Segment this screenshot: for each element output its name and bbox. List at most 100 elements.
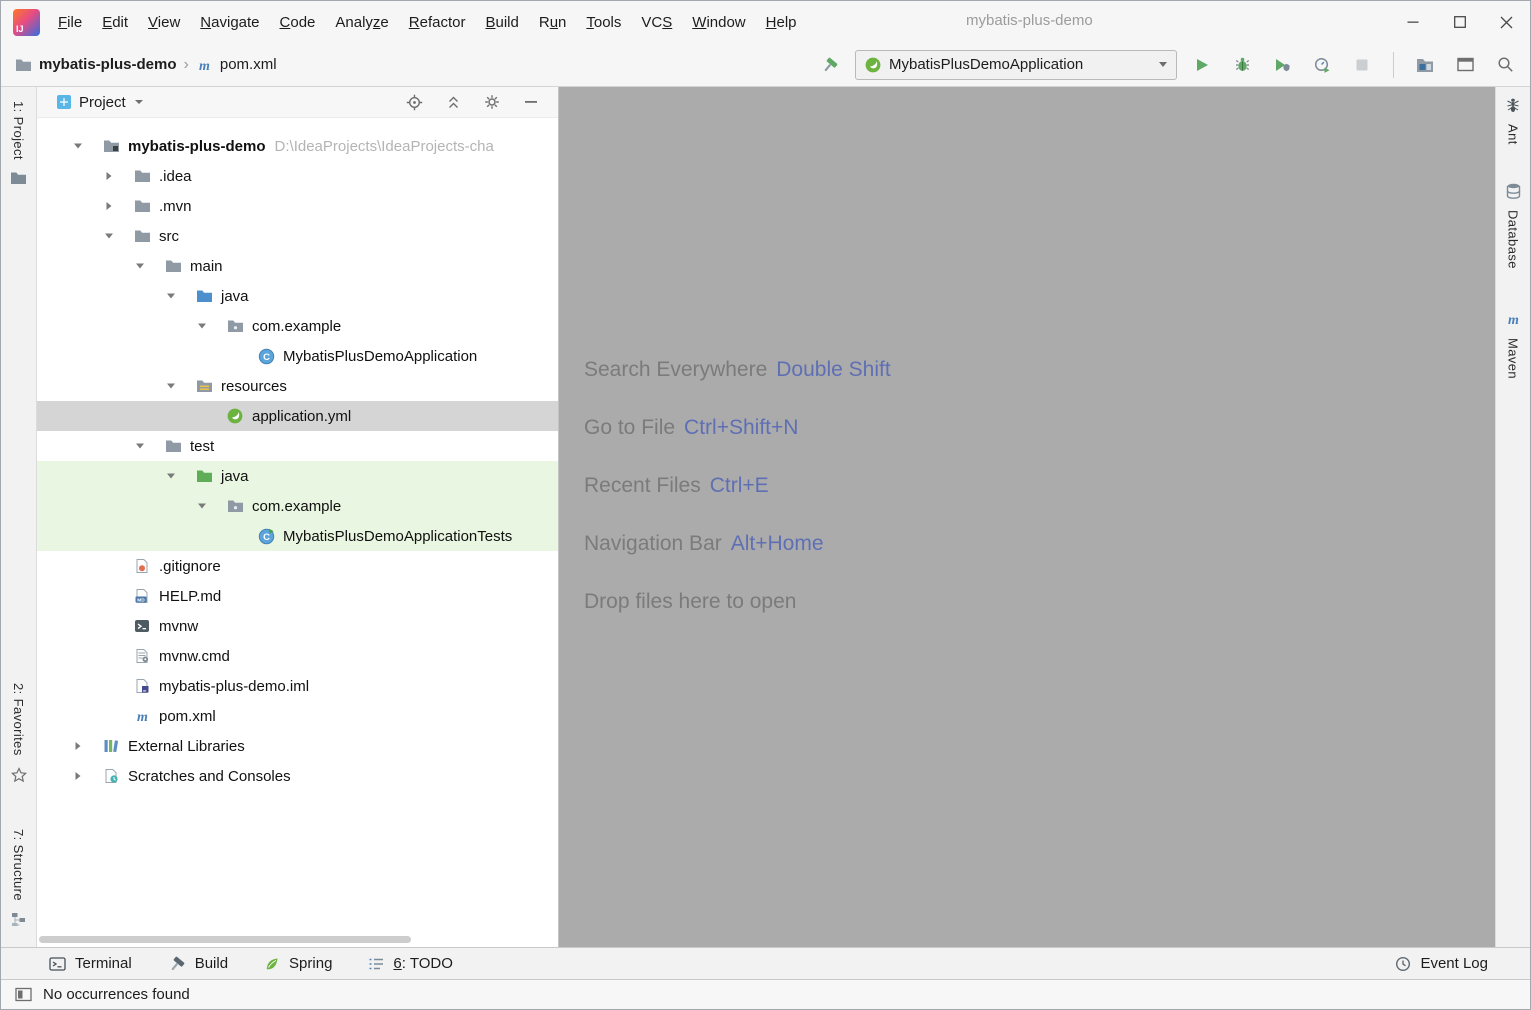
run-button[interactable]: [1187, 50, 1217, 80]
project-panel-title[interactable]: Project: [79, 94, 126, 111]
toolwindow-button-label: 6: TODO: [393, 955, 452, 972]
breadcrumb-pom-xml[interactable]: mpom.xml: [196, 56, 277, 73]
run-configuration-select[interactable]: MybatisPlusDemoApplication: [855, 50, 1177, 80]
tree-item-mybatis-plus-demo-iml[interactable]: mybatis-plus-demo.iml: [37, 671, 558, 701]
tree-chevron-icon[interactable]: [67, 770, 101, 782]
toolwindow-button-database[interactable]: Database: [1496, 183, 1530, 269]
tree-chevron-icon[interactable]: [67, 140, 101, 152]
tree-item-help-md[interactable]: MDHELP.md: [37, 581, 558, 611]
run-with-profiler-button[interactable]: [1307, 50, 1337, 80]
breadcrumb-mybatis-plus-demo[interactable]: mybatis-plus-demo: [15, 56, 177, 73]
spring-leaf-icon: [264, 956, 280, 972]
minimize-button[interactable]: [1389, 1, 1436, 43]
hide-panel-button[interactable]: [522, 93, 540, 111]
project-view-icon: [56, 94, 72, 110]
tree-chevron-icon[interactable]: [67, 740, 101, 752]
tree-item-com-example[interactable]: com.example: [37, 491, 558, 521]
svg-text:MD: MD: [137, 597, 145, 603]
tree-chevron-icon[interactable]: [98, 200, 132, 212]
tree-item-src[interactable]: src: [37, 221, 558, 251]
tree-item-resources[interactable]: resources: [37, 371, 558, 401]
editor-empty-area[interactable]: Search EverywhereDouble ShiftGo to FileC…: [559, 87, 1495, 947]
debug-button[interactable]: [1227, 50, 1257, 80]
maximize-button[interactable]: [1436, 1, 1483, 43]
tree-item-scratches-and-consoles[interactable]: Scratches and Consoles: [37, 761, 558, 791]
tree-chevron-icon[interactable]: [98, 170, 132, 182]
menu-analyze[interactable]: Analyze: [325, 9, 398, 36]
collapse-all-button[interactable]: [444, 93, 462, 111]
package-icon: [225, 319, 245, 333]
window-title: mybatis-plus-demo: [966, 12, 1093, 29]
tree-item-mvnw[interactable]: mvnw: [37, 611, 558, 641]
close-button[interactable]: [1483, 1, 1530, 43]
run-with-coverage-button[interactable]: [1267, 50, 1297, 80]
view-settings-button[interactable]: [483, 93, 501, 111]
toolwindow-button-maven[interactable]: mMaven: [1496, 311, 1530, 379]
tree-chevron-icon[interactable]: [129, 260, 163, 272]
tree-chevron-icon[interactable]: [160, 290, 194, 302]
tree-chevron-icon[interactable]: [98, 230, 132, 242]
project-structure-button[interactable]: [1410, 50, 1440, 80]
svg-text:m: m: [137, 710, 148, 724]
toolwindow-button-2-favorites[interactable]: 2: Favorites: [1, 683, 36, 783]
menu-run[interactable]: Run: [529, 9, 577, 36]
toolbar-separator: [1393, 52, 1394, 78]
restore-layout-button[interactable]: [1450, 50, 1480, 80]
build-project-button[interactable]: [815, 50, 845, 80]
toolwindow-button-6-todo[interactable]: 6: TODO: [368, 955, 452, 972]
menu-refactor[interactable]: Refactor: [399, 9, 476, 36]
project-view-dropdown-caret-icon[interactable]: [135, 100, 143, 104]
menu-edit[interactable]: Edit: [92, 9, 138, 36]
tree-item-java[interactable]: java: [37, 461, 558, 491]
combo-caret-icon: [1159, 62, 1167, 67]
select-opened-file-button[interactable]: [405, 93, 423, 111]
toolwindow-button-build[interactable]: Build: [168, 955, 228, 973]
menu-code[interactable]: Code: [270, 9, 326, 36]
menu-file[interactable]: File: [48, 9, 92, 36]
toolwindow-button-terminal[interactable]: Terminal: [49, 955, 132, 972]
tree-item-test[interactable]: test: [37, 431, 558, 461]
search-everywhere-button[interactable]: [1490, 50, 1520, 80]
project-horizontal-scrollbar[interactable]: [39, 936, 411, 943]
folder-src-icon: [194, 289, 214, 303]
tree-item-idea[interactable]: .idea: [37, 161, 558, 191]
stripe-project-icon: [10, 171, 27, 185]
tree-chevron-icon[interactable]: [191, 320, 225, 332]
breadcrumb-label: pom.xml: [220, 56, 277, 73]
menu-window[interactable]: Window: [682, 9, 755, 36]
toolwindow-button-spring[interactable]: Spring: [264, 955, 332, 972]
tree-item-gitignore[interactable]: .gitignore: [37, 551, 558, 581]
tree-chevron-icon[interactable]: [160, 380, 194, 392]
tree-item-mybatis-plus-demo[interactable]: mybatis-plus-demoD:\IdeaProjects\IdeaPro…: [37, 131, 558, 161]
stop-button[interactable]: [1347, 50, 1377, 80]
toolwindow-button-7-structure[interactable]: 7: Structure: [1, 829, 36, 927]
menu-view[interactable]: View: [138, 9, 190, 36]
tree-item-external-libraries[interactable]: External Libraries: [37, 731, 558, 761]
tree-chevron-icon[interactable]: [129, 440, 163, 452]
tree-chevron-icon[interactable]: [160, 470, 194, 482]
menu-vcs[interactable]: VCS: [631, 9, 682, 36]
tree-item-mvnw-cmd[interactable]: mvnw.cmd: [37, 641, 558, 671]
toolwindow-button-event-log[interactable]: Event Log: [1395, 955, 1488, 972]
tree-item-mybatisplusdemoapplication[interactable]: CMybatisPlusDemoApplication: [37, 341, 558, 371]
toolwindow-button-label: Event Log: [1420, 955, 1488, 972]
toolwindow-button-1-project[interactable]: 1: Project: [1, 101, 36, 185]
tree-item-com-example[interactable]: com.example: [37, 311, 558, 341]
toolwindow-button-ant[interactable]: Ant: [1496, 97, 1530, 145]
toolwindow-button-label: Build: [195, 955, 228, 972]
menu-help[interactable]: Help: [756, 9, 807, 36]
database-icon: [1506, 183, 1521, 199]
tree-chevron-icon[interactable]: [191, 500, 225, 512]
toolwindow-button-label: Ant: [1506, 124, 1521, 145]
menu-navigate[interactable]: Navigate: [190, 9, 269, 36]
menu-build[interactable]: Build: [475, 9, 528, 36]
menu-tools[interactable]: Tools: [576, 9, 631, 36]
tree-item-path: D:\IdeaProjects\IdeaProjects-cha: [275, 138, 494, 155]
toolwindow-toggle-icon[interactable]: [15, 987, 32, 1002]
tree-item-java[interactable]: java: [37, 281, 558, 311]
tree-item-main[interactable]: main: [37, 251, 558, 281]
tree-item-mybatisplusdemoapplicationtests[interactable]: CMybatisPlusDemoApplicationTests: [37, 521, 558, 551]
tree-item-application-yml[interactable]: application.yml: [37, 401, 558, 431]
tree-item-pom-xml[interactable]: mpom.xml: [37, 701, 558, 731]
tree-item-mvn[interactable]: .mvn: [37, 191, 558, 221]
